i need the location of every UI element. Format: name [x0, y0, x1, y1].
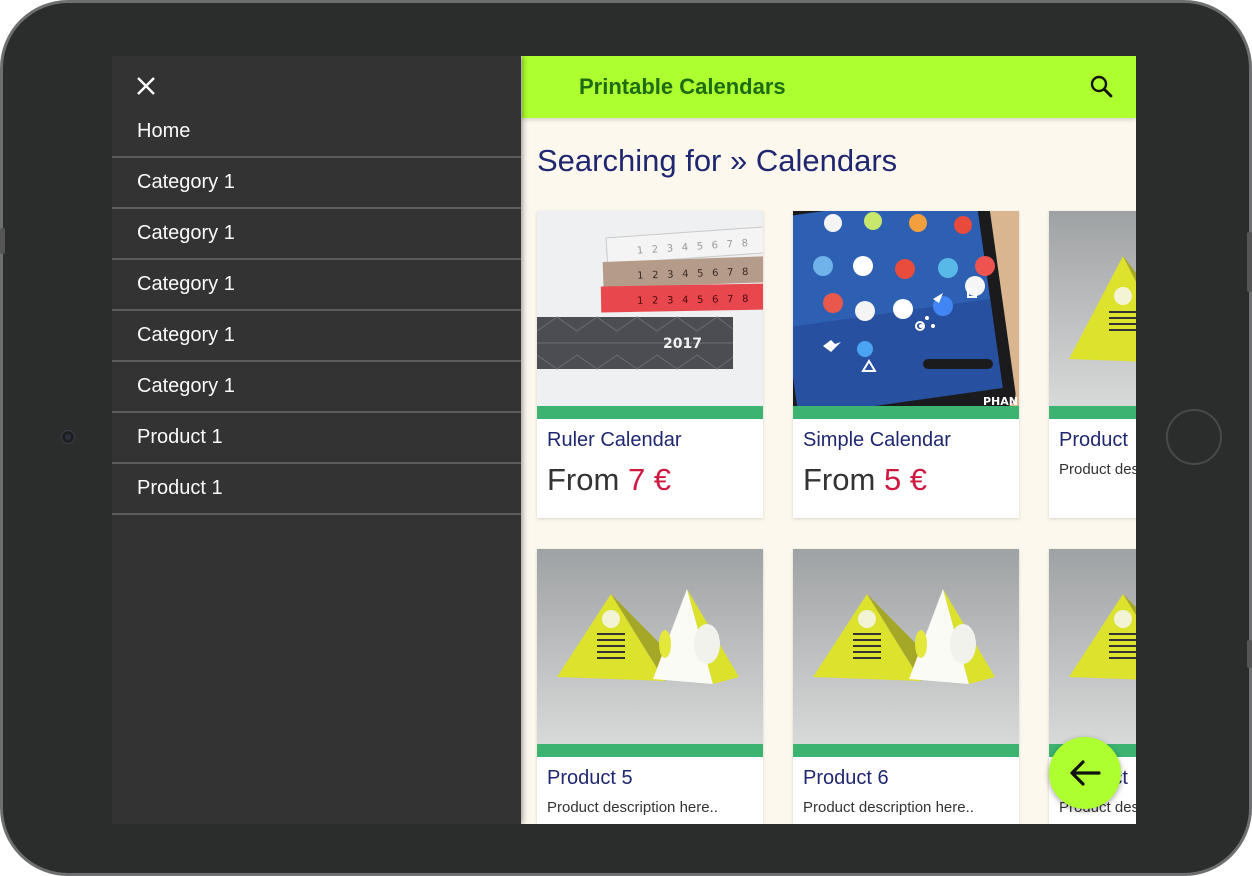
product-title: Product 5	[547, 767, 633, 789]
product-price: From 7 €	[547, 462, 763, 498]
menu-item-category[interactable]: Category 1	[112, 311, 521, 362]
card-accent-bar	[537, 406, 763, 419]
product-card[interactable]: Product Product des	[1049, 211, 1136, 518]
menu-item-category[interactable]: Category 1	[112, 158, 521, 209]
menu-item-product[interactable]: Product 1	[112, 413, 521, 464]
menu-item-category[interactable]: Category 1	[112, 260, 521, 311]
svg-text:2: 2	[652, 244, 659, 255]
search-button[interactable]	[1088, 73, 1116, 101]
price-prefix: From	[803, 462, 876, 497]
product-card[interactable]: PHAN Simple Calendar From 5 €	[793, 211, 1019, 518]
pyramid-calendar-image	[1049, 549, 1136, 744]
product-description: Product description here..	[547, 799, 718, 816]
svg-text:7: 7	[727, 294, 734, 305]
search-icon	[1090, 75, 1113, 98]
card-accent-bar	[537, 744, 763, 757]
product-card[interactable]: 12345678 12345678 12345678 2017 Ruler Ca…	[537, 211, 763, 518]
svg-text:3: 3	[666, 243, 673, 254]
svg-text:3: 3	[667, 295, 674, 306]
svg-text:6: 6	[712, 294, 719, 305]
ruler-calendar-image: 12345678 12345678 12345678 2017	[537, 211, 763, 406]
close-drawer-button[interactable]	[134, 72, 158, 100]
svg-text:5: 5	[696, 241, 703, 252]
svg-text:1: 1	[637, 245, 644, 256]
svg-text:4: 4	[682, 269, 689, 280]
app-screen: Home Category 1 Category 1 Category 1 Ca…	[112, 56, 1136, 824]
app-title: Printable Calendars	[579, 74, 786, 99]
product-title: Product	[1059, 429, 1128, 451]
card-accent-bar	[793, 744, 1019, 757]
app-bar: Printable Calendars	[522, 56, 1136, 118]
product-title: Ruler Calendar	[547, 429, 682, 451]
price-amount: 7 €	[627, 462, 672, 497]
card-accent-bar	[1049, 406, 1136, 419]
main-content: Searching for » Calendars 12345678 1 2 3…	[522, 118, 1136, 824]
back-fab-button[interactable]	[1049, 737, 1121, 809]
svg-text:7: 7	[727, 267, 734, 278]
svg-text:5: 5	[697, 295, 704, 306]
svg-text:6: 6	[711, 240, 718, 251]
home-button[interactable]	[1166, 409, 1222, 465]
navigation-drawer: Home Category 1 Category 1 Category 1 Ca…	[112, 56, 521, 824]
side-button	[1247, 640, 1252, 668]
card-accent-bar	[793, 406, 1019, 419]
arrow-left-icon	[1070, 760, 1101, 786]
price-amount: 5 €	[883, 462, 928, 497]
svg-text:2017: 2017	[663, 336, 702, 352]
svg-text:8: 8	[742, 294, 749, 305]
menu-item-category[interactable]: Category 1	[112, 362, 521, 413]
svg-text:1: 1	[637, 296, 644, 307]
svg-text:3: 3	[667, 269, 674, 280]
product-price: From 5 €	[803, 462, 1019, 498]
drawer-menu: Home Category 1 Category 1 Category 1 Ca…	[112, 111, 521, 515]
svg-text:1: 1	[637, 271, 644, 282]
side-button	[1247, 232, 1252, 292]
product-description: Product description here..	[803, 799, 974, 816]
price-prefix: From	[547, 462, 620, 497]
svg-text:2: 2	[652, 270, 659, 281]
svg-text:4: 4	[682, 295, 689, 306]
svg-text:PHAN: PHAN	[983, 395, 1018, 406]
product-title: Simple Calendar	[803, 429, 951, 451]
svg-text:4: 4	[681, 242, 688, 253]
svg-text:2: 2	[652, 295, 659, 306]
volume-button	[0, 228, 5, 254]
product-title: Product 6	[803, 767, 889, 789]
page-heading: Searching for » Calendars	[537, 143, 898, 178]
svg-text:6: 6	[712, 268, 719, 279]
svg-text:8: 8	[742, 267, 749, 278]
product-card[interactable]: Product 5 Product description here..	[537, 549, 763, 824]
pyramid-calendar-image	[537, 549, 763, 744]
menu-item-category[interactable]: Category 1	[112, 209, 521, 260]
pyramid-calendar-image	[793, 549, 1019, 744]
front-camera	[61, 430, 75, 444]
phone-screen-image: PHAN	[793, 211, 1019, 406]
close-icon	[137, 77, 155, 95]
product-description: Product des	[1059, 461, 1136, 478]
pyramid-calendar-image	[1049, 211, 1136, 406]
svg-text:8: 8	[741, 238, 748, 249]
menu-item-product[interactable]: Product 1	[112, 464, 521, 515]
product-card[interactable]: Product 6 Product description here..	[793, 549, 1019, 824]
svg-text:7: 7	[726, 239, 733, 250]
svg-text:5: 5	[697, 268, 704, 279]
menu-item-home[interactable]: Home	[112, 111, 521, 158]
